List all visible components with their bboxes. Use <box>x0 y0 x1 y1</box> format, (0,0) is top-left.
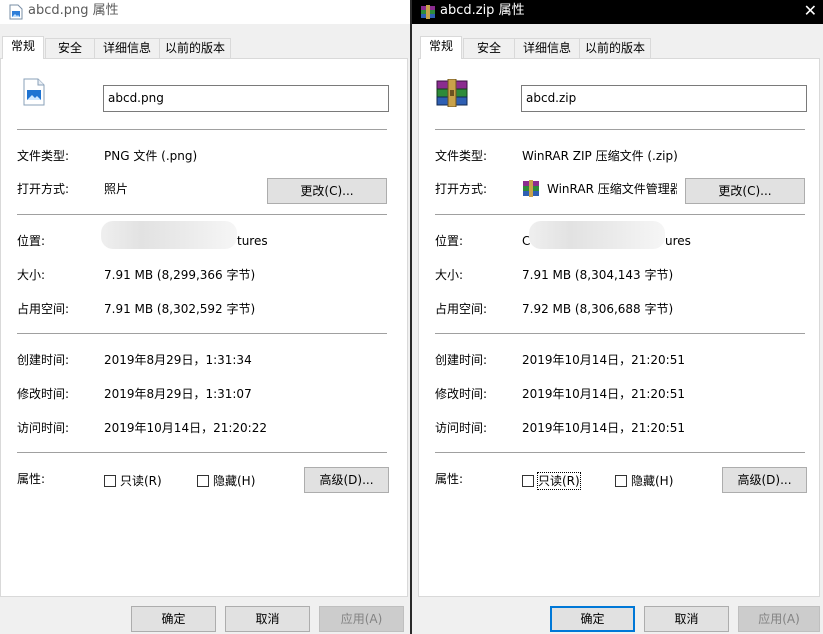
file-type-label: 文件类型: <box>17 149 70 163</box>
filename-field[interactable]: abcd.zip <box>521 85 807 112</box>
winrar-archive-icon <box>421 5 435 19</box>
file-type-label: 文件类型: <box>435 149 488 163</box>
size-value: 7.91 MB (8,299,366 字节) <box>104 268 256 282</box>
open-with-label: 打开方式: <box>435 182 488 196</box>
attributes-label: 属性: <box>435 472 464 486</box>
divider <box>17 129 387 130</box>
divider <box>435 129 805 130</box>
readonly-checkbox[interactable] <box>104 475 116 487</box>
modified-value: 2019年10月14日，21:20:51 <box>522 387 685 401</box>
accessed-label: 访问时间: <box>435 421 488 435</box>
image-file-icon <box>23 78 45 106</box>
location-value: tures <box>237 234 268 248</box>
redacted-location <box>101 221 237 249</box>
window-title: abcd.zip 属性 <box>440 3 525 18</box>
tab-strip: 常规 安全 详细信息 以前的版本 <box>412 36 823 59</box>
readonly-label[interactable]: 只读(R) <box>537 472 581 490</box>
tab-details[interactable]: 详细信息 <box>514 38 580 58</box>
ok-button[interactable]: 确定 <box>550 606 635 632</box>
winrar-archive-icon <box>436 79 468 107</box>
dialog-buttons: 确定 取消 应用(A) <box>412 595 823 634</box>
accessed-value: 2019年10月14日，21:20:22 <box>104 421 267 435</box>
location-label: 位置: <box>17 234 46 248</box>
zip-properties-dialog: abcd.zip 属性 ✕ 常规 安全 详细信息 以前的版本 abcd.zip … <box>412 0 823 634</box>
open-with-label: 打开方式: <box>17 182 70 196</box>
size-on-disk-value: 7.91 MB (8,302,592 字节) <box>104 302 256 316</box>
general-panel: abcd.png 文件类型: PNG 文件 (.png) 打开方式: 照片 更改… <box>0 58 408 597</box>
cancel-button[interactable]: 取消 <box>644 606 729 632</box>
filename-field[interactable]: abcd.png <box>103 85 389 112</box>
dialog-buttons: 确定 取消 应用(A) <box>0 595 410 634</box>
apply-button[interactable]: 应用(A) <box>738 606 820 632</box>
tab-previous-versions[interactable]: 以前的版本 <box>159 38 231 58</box>
size-value: 7.91 MB (8,304,143 字节) <box>522 268 674 282</box>
hidden-label[interactable]: 隐藏(H) <box>631 473 673 489</box>
change-button[interactable]: 更改(C)... <box>267 178 387 204</box>
readonly-label[interactable]: 只读(R) <box>120 473 162 489</box>
created-value: 2019年10月14日，21:20:51 <box>522 353 685 367</box>
ok-button[interactable]: 确定 <box>131 606 216 632</box>
accessed-label: 访问时间: <box>17 421 70 435</box>
divider <box>17 452 387 453</box>
tab-details[interactable]: 详细信息 <box>94 38 160 58</box>
close-icon[interactable]: ✕ <box>804 2 817 20</box>
general-panel: abcd.zip 文件类型: WinRAR ZIP 压缩文件 (.zip) 打开… <box>418 58 820 597</box>
location-label: 位置: <box>435 234 464 248</box>
tab-security[interactable]: 安全 <box>45 38 95 58</box>
tab-strip: 常规 安全 详细信息 以前的版本 <box>0 36 410 59</box>
modified-value: 2019年8月29日，1:31:07 <box>104 387 252 401</box>
window-title: abcd.png 属性 <box>28 3 119 18</box>
cancel-button[interactable]: 取消 <box>225 606 310 632</box>
size-label: 大小: <box>17 268 46 282</box>
location-value: ures <box>665 234 691 248</box>
attributes-label: 属性: <box>17 472 46 486</box>
divider <box>17 214 387 215</box>
size-on-disk-label: 占用空间: <box>17 302 70 316</box>
file-type-value: WinRAR ZIP 压缩文件 (.zip) <box>522 149 678 163</box>
size-on-disk-label: 占用空间: <box>435 302 488 316</box>
size-label: 大小: <box>435 268 464 282</box>
divider <box>435 452 805 453</box>
hidden-checkbox[interactable] <box>615 475 627 487</box>
title-bar[interactable]: abcd.png 属性 <box>0 0 410 24</box>
open-with-value: 照片 <box>104 182 129 196</box>
hidden-checkbox[interactable] <box>197 475 209 487</box>
tab-security[interactable]: 安全 <box>463 38 515 58</box>
hidden-label[interactable]: 隐藏(H) <box>213 473 255 489</box>
tab-general[interactable]: 常规 <box>2 36 44 59</box>
change-button[interactable]: 更改(C)... <box>685 178 805 204</box>
apply-button[interactable]: 应用(A) <box>319 606 404 632</box>
accessed-value: 2019年10月14日，21:20:51 <box>522 421 685 435</box>
created-label: 创建时间: <box>17 353 70 367</box>
divider <box>435 214 805 215</box>
created-value: 2019年8月29日，1:31:34 <box>104 353 252 367</box>
open-with-value: WinRAR 压缩文件管理器 <box>547 182 677 196</box>
divider <box>435 333 805 334</box>
advanced-button[interactable]: 高级(D)... <box>722 467 807 493</box>
image-file-icon <box>9 4 23 20</box>
winrar-app-icon <box>523 180 539 197</box>
created-label: 创建时间: <box>435 353 488 367</box>
png-properties-dialog: abcd.png 属性 常规 安全 详细信息 以前的版本 abcd.png 文件… <box>0 0 410 634</box>
modified-label: 修改时间: <box>435 387 488 401</box>
title-bar[interactable]: abcd.zip 属性 ✕ <box>412 0 823 24</box>
size-on-disk-value: 7.92 MB (8,306,688 字节) <box>522 302 674 316</box>
tab-previous-versions[interactable]: 以前的版本 <box>579 38 651 58</box>
file-type-value: PNG 文件 (.png) <box>104 149 198 163</box>
readonly-checkbox[interactable] <box>522 475 534 487</box>
advanced-button[interactable]: 高级(D)... <box>304 467 389 493</box>
divider <box>17 333 387 334</box>
redacted-location <box>529 221 665 249</box>
modified-label: 修改时间: <box>17 387 70 401</box>
tab-general[interactable]: 常规 <box>420 36 462 59</box>
